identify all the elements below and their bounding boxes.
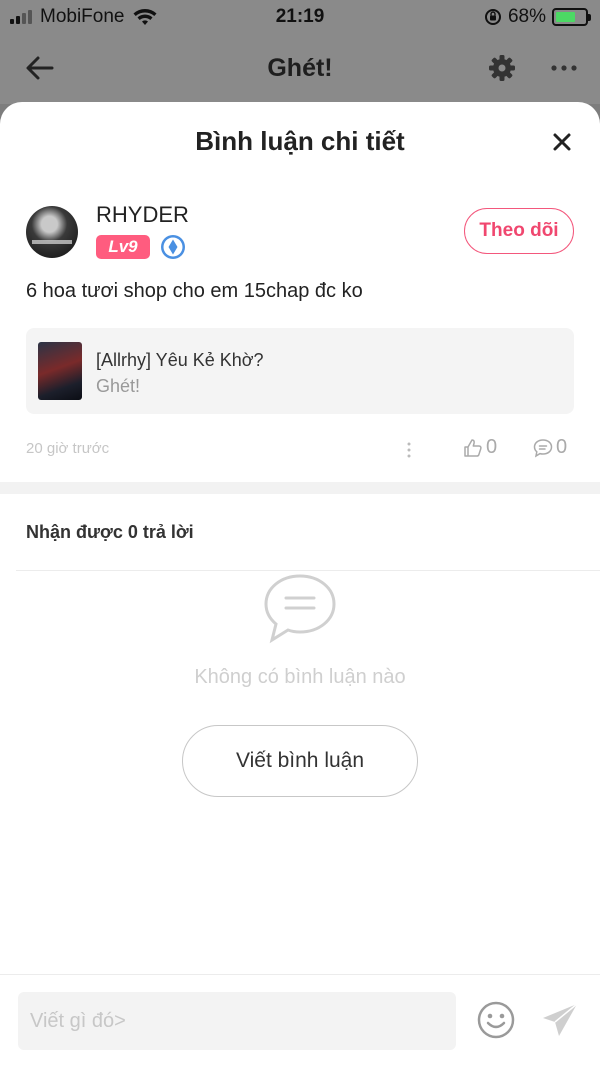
- status-right: 68%: [484, 6, 591, 28]
- divider: [16, 570, 600, 571]
- reply-count-button[interactable]: 0: [532, 436, 567, 459]
- comment-detail-sheet: Bình luận chi tiết RHYDER Lv9 Theo dõi 6…: [0, 102, 600, 1067]
- post-subtitle: Ghét!: [96, 376, 141, 396]
- empty-state-text: Không có bình luận nào: [194, 666, 406, 688]
- comment-text: 6 hoa tươi shop cho em 15chap đc ko: [26, 280, 363, 302]
- diamond-badge-icon: [161, 235, 185, 259]
- battery-percent: 68%: [507, 6, 546, 27]
- comment-timestamp: 20 giờ trước: [26, 440, 110, 457]
- comment-bubble-icon: [533, 438, 553, 458]
- close-icon[interactable]: [548, 128, 576, 156]
- empty-comment-icon: [264, 574, 336, 644]
- battery-icon: [552, 8, 591, 26]
- status-bar: MobiFone 21:19 68%: [0, 0, 600, 34]
- replies-heading: Nhận được 0 trả lời: [26, 522, 194, 542]
- section-divider: [0, 482, 600, 494]
- vertical-more-icon[interactable]: [402, 440, 416, 460]
- avatar[interactable]: [26, 206, 78, 258]
- sheet-title: Bình luận chi tiết: [195, 126, 405, 156]
- post-thumbnail: [38, 342, 82, 400]
- send-icon[interactable]: [540, 1000, 580, 1040]
- more-icon[interactable]: [548, 54, 580, 82]
- comment-input[interactable]: [18, 992, 456, 1050]
- reply-count: 0: [556, 436, 568, 458]
- like-count: 0: [486, 436, 498, 458]
- gear-icon[interactable]: [488, 54, 516, 82]
- composer-divider: [0, 974, 600, 975]
- orientation-lock-icon: [484, 9, 501, 25]
- post-title: [Allrhy] Yêu Kẻ Khờ?: [96, 350, 264, 370]
- referenced-post-card[interactable]: [Allrhy] Yêu Kẻ Khờ? Ghét!: [26, 328, 574, 414]
- emoji-icon[interactable]: [476, 1000, 516, 1040]
- app-bar: Ghét!: [0, 34, 600, 104]
- level-badge: Lv9: [96, 235, 150, 259]
- username[interactable]: RHYDER: [96, 202, 189, 228]
- write-comment-button[interactable]: Viết bình luận: [182, 725, 418, 797]
- like-button[interactable]: 0: [462, 436, 497, 459]
- thumbs-up-icon: [464, 438, 482, 457]
- follow-button[interactable]: Theo dõi: [464, 208, 574, 254]
